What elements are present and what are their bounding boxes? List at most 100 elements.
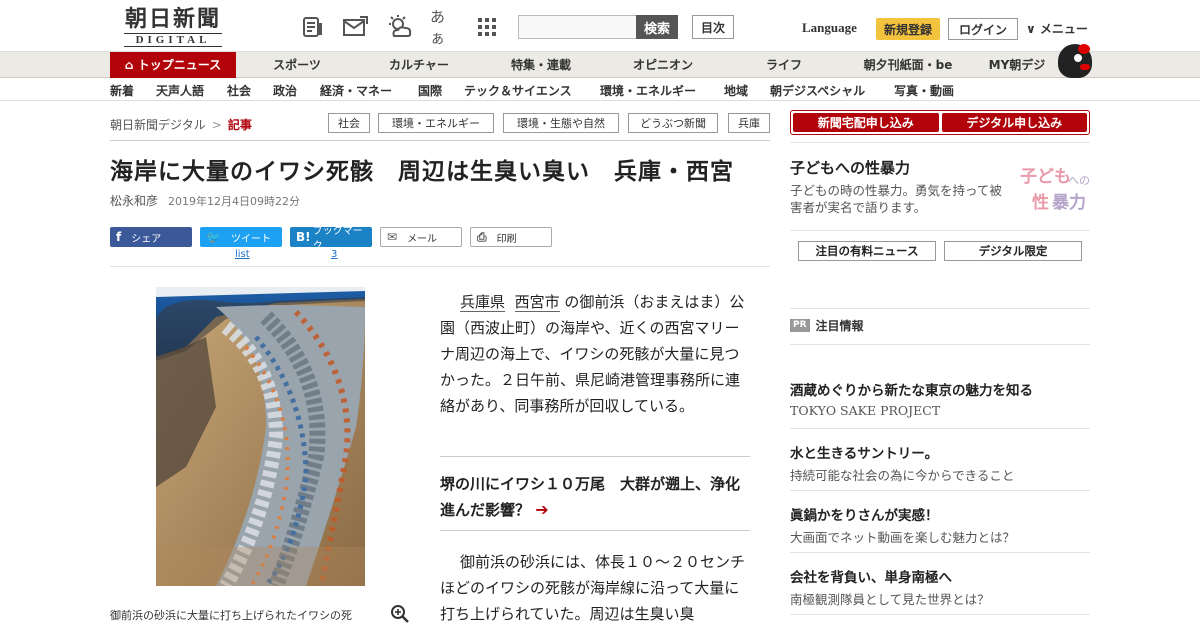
pr-item-sponsor[interactable]: 持続可能な社会の為に今からできること	[790, 465, 1014, 484]
feature-logo[interactable]: 子ども への 性 暴力	[1012, 160, 1090, 213]
divider	[790, 490, 1090, 491]
breadcrumb-separator: >	[211, 118, 222, 132]
nav-life[interactable]: ライフ	[744, 52, 824, 78]
nav2-latest[interactable]: 新着	[110, 82, 134, 99]
feature-logo-text-d: 暴力	[1052, 193, 1086, 213]
register-button[interactable]: 新規登録	[876, 18, 940, 40]
tag-hyogo[interactable]: 兵庫	[728, 113, 770, 133]
nav2-photo[interactable]: 写真・動画	[894, 82, 954, 99]
tab-paid-news[interactable]: 注目の有料ニュース	[798, 241, 936, 261]
publish-date: 2019年12月4日09時22分	[168, 195, 300, 208]
site-header: 朝日新聞 DIGITAL あぁ 検索 目次 Language 新規登録 ログイン…	[0, 0, 1200, 52]
facebook-icon: f	[116, 230, 122, 244]
twitter-tweet-button[interactable]: 🐦 ツイート	[200, 227, 282, 247]
tag-animal-news[interactable]: どうぶつ新聞	[628, 113, 718, 133]
arrow-right-icon: ➔	[535, 500, 549, 519]
nav2-region[interactable]: 地域	[724, 82, 748, 99]
search-input[interactable]	[518, 15, 638, 39]
nav2-tech[interactable]: テック＆サイエンス	[464, 82, 572, 99]
logo-text-en: DIGITAL	[124, 33, 222, 47]
tag-environment-energy[interactable]: 環境・エネルギー	[378, 113, 494, 133]
newspaper-subscribe-button[interactable]: 新聞宅配申し込み	[793, 113, 939, 132]
author-name[interactable]: 松永和彦	[110, 194, 158, 208]
divider	[790, 344, 1090, 345]
pr-heading: PR 注目情報	[790, 317, 864, 334]
digital-subscribe-button[interactable]: デジタル申し込み	[941, 113, 1087, 132]
hatena-count[interactable]: 3	[331, 249, 337, 260]
related-article-link[interactable]: 堺の川にイワシ１０万尾 大群が遡上、浄化進んだ影響？ ➔	[440, 472, 750, 523]
pr-item-title[interactable]: 会社を背負い、単身南極へ	[790, 566, 952, 586]
logo-text-jp: 朝日新聞	[124, 6, 221, 32]
pr-item-title[interactable]: 酒蔵めぐりから新たな東京の魅力を知る	[790, 379, 1033, 399]
print-button[interactable]: ⎙ 印刷	[470, 227, 552, 247]
pr-item-title[interactable]: 眞鍋かをりさんが実感！	[790, 504, 939, 524]
nav2-politics[interactable]: 政治	[273, 82, 297, 99]
font-size-icon[interactable]: あぁ	[430, 8, 456, 47]
article-paragraph-1: 兵庫県 西宮市 の御前浜（おまえはま）公園（西波止町）の海岸や、近くの西宮マリー…	[440, 293, 745, 415]
twitter-list-link[interactable]: list	[235, 249, 250, 260]
nav-my-asadigi[interactable]: MY朝デジ	[980, 52, 1054, 78]
mail-share-button[interactable]: ✉ メール	[380, 227, 462, 247]
language-link[interactable]: Language	[802, 20, 857, 36]
nav2-environment[interactable]: 環境・エネルギー	[600, 82, 696, 99]
divider	[790, 552, 1090, 553]
search-button[interactable]: 検索	[636, 15, 678, 39]
divider	[790, 230, 1090, 231]
print-icon: ⎙	[477, 229, 487, 244]
divider	[790, 614, 1090, 615]
article-photo[interactable]	[156, 287, 365, 586]
link-hyogo[interactable]: 兵庫県	[460, 293, 506, 312]
article-paragraph-2: 御前浜の砂浜には、体長１０～２０センチほどのイワシの死骸が海岸線に沿って大量に打…	[440, 553, 746, 623]
weather-icon[interactable]	[386, 14, 412, 40]
byline: 松永和彦 2019年12月4日09時22分	[110, 192, 300, 209]
pr-item-sponsor[interactable]: TOKYO SAKE PROJECT	[790, 403, 940, 418]
nav-top-news[interactable]: ⌂ トップニュース	[110, 52, 236, 78]
nav-opinion[interactable]: オピニオン	[618, 52, 708, 78]
tag-society[interactable]: 社会	[328, 113, 370, 133]
nav2-international[interactable]: 国際	[418, 82, 442, 99]
nav2-tensei[interactable]: 天声人語	[156, 82, 204, 99]
sardine-beach-image	[156, 287, 365, 586]
nav-paper[interactable]: 朝夕刊紙面・be	[856, 52, 960, 78]
home-icon: ⌂	[124, 58, 134, 72]
nav-culture[interactable]: カルチャー	[374, 52, 464, 78]
mascot-hat-icon	[1078, 44, 1090, 54]
tab-digital-limited[interactable]: デジタル限定	[944, 241, 1082, 261]
nav2-special[interactable]: 朝デジスペシャル	[770, 82, 865, 99]
breadcrumb-current: 記事	[227, 118, 252, 132]
feature-logo-text-a: 子ども	[1020, 167, 1071, 187]
pr-item-title[interactable]: 水と生きるサントリー。	[790, 442, 938, 462]
nav2-economy[interactable]: 経済・マネー	[320, 82, 392, 99]
link-nishinomiya[interactable]: 西宮市	[514, 293, 560, 312]
grid-menu-icon[interactable]	[474, 14, 500, 40]
index-button[interactable]: 目次	[692, 15, 734, 39]
divider	[440, 530, 750, 531]
feature-logo-text-b: への	[1068, 174, 1090, 187]
hatena-icon: B!	[296, 230, 311, 244]
nav-features[interactable]: 特集・連載	[494, 52, 588, 78]
feature-logo-text-c: 性	[1032, 193, 1049, 213]
zoom-icon[interactable]	[390, 604, 410, 624]
subscription-box: 新聞宅配申し込み デジタル申し込み	[790, 110, 1090, 135]
pr-item-sponsor[interactable]: 大画面でネット動画を楽しむ魅力とは？	[790, 527, 1015, 546]
asahi-digital-logo[interactable]: 朝日新聞 DIGITAL	[118, 6, 228, 48]
nav2-society[interactable]: 社会	[227, 82, 251, 99]
mail-news-icon[interactable]	[342, 14, 368, 40]
feature-title[interactable]: 子どもへの性暴力	[790, 157, 910, 178]
newspaper-icon[interactable]	[300, 14, 326, 40]
divider	[790, 308, 1090, 309]
breadcrumb: 朝日新聞デジタル > 記事	[110, 116, 252, 133]
hatena-bookmark-button[interactable]: B! ブックマーク	[290, 226, 372, 252]
menu-button[interactable]: ∨ メニュー	[1026, 20, 1088, 37]
login-button[interactable]: ログイン	[948, 18, 1018, 40]
pr-badge: PR	[790, 319, 810, 332]
facebook-share-button[interactable]: f シェア	[110, 227, 192, 247]
twitter-icon: 🐦	[206, 230, 221, 244]
divider	[440, 456, 750, 457]
tag-environment-nature[interactable]: 環境・生態や自然	[503, 113, 619, 133]
primary-nav: ⌂ トップニュース スポーツ カルチャー 特集・連載 オピニオン ライフ 朝夕刊…	[0, 52, 1200, 78]
nav-sports[interactable]: スポーツ	[254, 52, 340, 78]
divider	[790, 428, 1090, 429]
pr-item-sponsor[interactable]: 南極観測隊員として見た世界とは？	[790, 589, 990, 608]
breadcrumb-home[interactable]: 朝日新聞デジタル	[110, 118, 206, 132]
